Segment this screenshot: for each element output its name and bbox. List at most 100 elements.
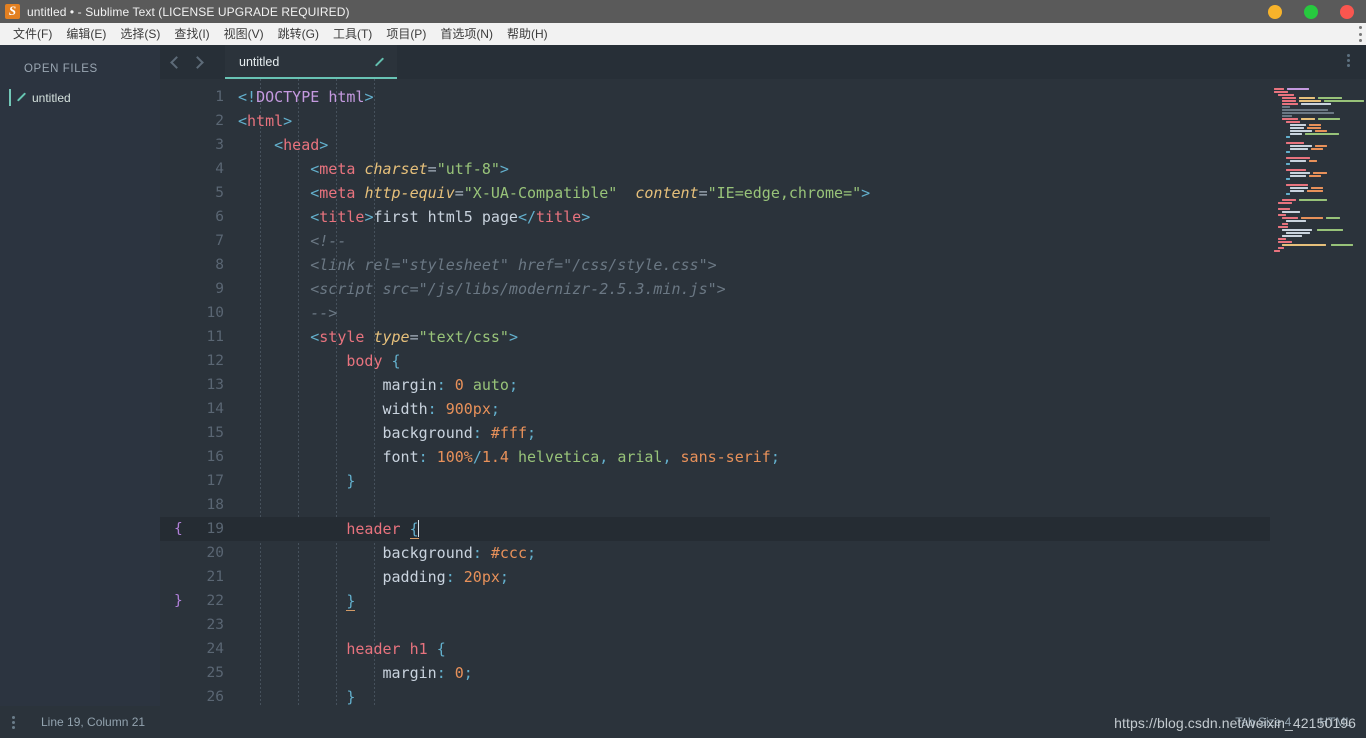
menu-item-selection[interactable]: 选择(S) <box>113 23 167 45</box>
line-number: 5 <box>215 185 224 201</box>
line-number: 12 <box>206 353 224 369</box>
chevron-right-icon[interactable] <box>191 55 204 69</box>
code-line[interactable]: font: 100%/1.4 helvetica, arial, sans-se… <box>238 445 1270 469</box>
line-number: 17 <box>206 473 224 489</box>
line-number: 14 <box>206 401 224 417</box>
tab-untitled[interactable]: untitled <box>225 45 397 79</box>
line-number: 26 <box>206 689 224 705</box>
line-number: 22} <box>160 589 238 613</box>
code-line[interactable]: header h1 { <box>238 637 1270 661</box>
code-line[interactable]: <meta http-equiv="X-UA-Compatible" conte… <box>238 181 1270 205</box>
menu-item-file[interactable]: 文件(F) <box>6 23 59 45</box>
line-number: 11 <box>206 329 224 345</box>
line-number: 24 <box>206 641 224 657</box>
syntax-label[interactable]: HTML <box>1319 715 1352 729</box>
code-line[interactable]: <script src="/js/libs/modernizr-2.5.3.mi… <box>238 277 1270 301</box>
code-line[interactable]: width: 900px; <box>238 397 1270 421</box>
line-number: 10 <box>206 305 224 321</box>
code-line[interactable]: } <box>238 589 1270 613</box>
line-number: 21 <box>206 569 224 585</box>
line-number: 1 <box>215 89 224 105</box>
menu-item-project[interactable]: 项目(P) <box>379 23 433 45</box>
editor-column: untitled 1 2 3 4 5 6 7 8 9 10 11 12 13 14 15 16 17 18 19{2… <box>160 45 1366 706</box>
code-line[interactable]: background: #fff; <box>238 421 1270 445</box>
line-number: 6 <box>215 209 224 225</box>
pencil-icon <box>15 92 26 103</box>
line-number: 13 <box>206 377 224 393</box>
maximize-button[interactable] <box>1304 4 1318 19</box>
line-number: 7 <box>215 233 224 249</box>
cursor-position: Line 19, Column 21 <box>41 715 146 729</box>
code-content[interactable]: <!DOCTYPE html> <html> <head> <meta chars… <box>238 79 1270 706</box>
line-number: 3 <box>215 137 224 153</box>
line-number: 15 <box>206 425 224 441</box>
status-right-group: Tab Size 4 HTML <box>1235 706 1352 738</box>
line-number: 20 <box>206 545 224 561</box>
tab-label: untitled <box>239 55 280 69</box>
status-bar: Line 19, Column 21 Tab Size 4 HTML <box>0 706 1366 738</box>
code-line[interactable]: <link rel="stylesheet" href="/css/style.… <box>238 253 1270 277</box>
line-number: 9 <box>215 281 224 297</box>
sidebar: OPEN FILES untitled <box>0 45 160 706</box>
line-number: 16 <box>206 449 224 465</box>
line-number: 4 <box>215 161 224 177</box>
code-line[interactable]: <!-- <box>238 229 1270 253</box>
code-line[interactable]: margin: 0 auto; <box>238 373 1270 397</box>
code-line[interactable]: body { <box>238 349 1270 373</box>
code-line[interactable]: <meta charset="utf-8"> <box>238 157 1270 181</box>
window-title: untitled • - Sublime Text (LICENSE UPGRA… <box>27 4 350 19</box>
menu-item-find[interactable]: 查找(I) <box>167 23 216 45</box>
code-line[interactable] <box>238 493 1270 517</box>
tab-size-label[interactable]: Tab Size 4 <box>1235 715 1291 729</box>
code-area[interactable]: 1 2 3 4 5 6 7 8 9 10 11 12 13 14 15 16 17 18 19{20 21 22} 23 2… <box>160 79 1366 706</box>
more-vertical-icon[interactable] <box>12 715 15 729</box>
active-indicator <box>9 89 11 106</box>
minimap-line <box>1270 249 1366 252</box>
sublime-text-logo-icon <box>5 3 20 19</box>
chevron-left-icon[interactable] <box>170 55 183 69</box>
code-line[interactable] <box>238 613 1270 637</box>
code-line[interactable]: <html> <box>238 109 1270 133</box>
line-number-gutter: 1 2 3 4 5 6 7 8 9 10 11 12 13 14 15 16 17 18 19{20 21 22} 23 2… <box>160 79 238 706</box>
line-number: 18 <box>206 497 224 513</box>
code-line[interactable]: margin: 0; <box>238 661 1270 685</box>
text-cursor <box>417 520 420 537</box>
menu-item-edit[interactable]: 编辑(E) <box>59 23 113 45</box>
code-line[interactable]: <head> <box>238 133 1270 157</box>
workspace: OPEN FILES untitled untitled 1 2 3 4 5 6 7 8 9 10… <box>0 45 1366 706</box>
tab-navigation <box>170 55 204 69</box>
code-line[interactable]: <!DOCTYPE html> <box>238 85 1270 109</box>
tab-bar: untitled <box>160 45 1366 79</box>
code-line[interactable]: --> <box>238 301 1270 325</box>
code-line[interactable]: } <box>238 469 1270 493</box>
menu-item-tools[interactable]: 工具(T) <box>326 23 379 45</box>
line-number: 8 <box>215 257 224 273</box>
minimize-button[interactable] <box>1268 4 1282 19</box>
fold-close-icon[interactable]: } <box>174 589 183 613</box>
window-controls <box>1268 0 1354 23</box>
menu-item-help[interactable]: 帮助(H) <box>500 23 555 45</box>
sidebar-item-untitled[interactable]: untitled <box>0 88 160 107</box>
code-line[interactable]: header { <box>238 517 1270 541</box>
more-vertical-icon[interactable] <box>1358 26 1362 42</box>
close-button[interactable] <box>1340 4 1354 19</box>
line-number: 2 <box>215 113 224 129</box>
menu-bar: 文件(F) 编辑(E) 选择(S) 查找(I) 视图(V) 跳转(G) 工具(T… <box>0 23 1366 45</box>
sidebar-item-label: untitled <box>32 90 71 105</box>
minimap[interactable] <box>1270 79 1366 706</box>
pencil-icon[interactable] <box>373 56 385 68</box>
menu-item-goto[interactable]: 跳转(G) <box>271 23 326 45</box>
code-line[interactable]: <title>first html5 page</title> <box>238 205 1270 229</box>
fold-open-icon[interactable]: { <box>174 517 183 541</box>
menu-item-preferences[interactable]: 首选项(N) <box>433 23 500 45</box>
line-number: 19{ <box>160 517 238 541</box>
code-line[interactable]: } <box>238 685 1270 706</box>
sidebar-heading-open-files: OPEN FILES <box>24 63 98 75</box>
title-bar: untitled • - Sublime Text (LICENSE UPGRA… <box>0 0 1366 23</box>
more-vertical-icon[interactable] <box>1347 54 1350 67</box>
code-line[interactable]: <style type="text/css"> <box>238 325 1270 349</box>
line-number: 25 <box>206 665 224 681</box>
code-line[interactable]: padding: 20px; <box>238 565 1270 589</box>
menu-item-view[interactable]: 视图(V) <box>217 23 271 45</box>
code-line[interactable]: background: #ccc; <box>238 541 1270 565</box>
